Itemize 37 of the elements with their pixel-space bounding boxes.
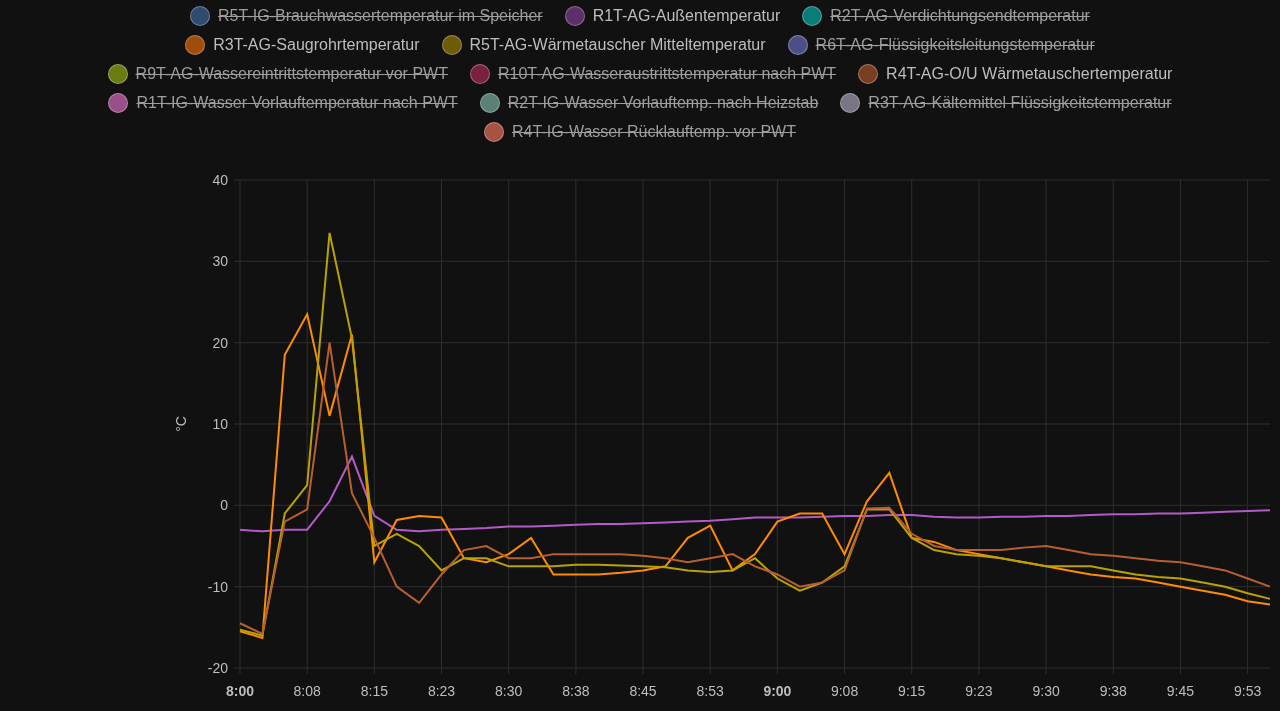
x-tick-label: 8:08 xyxy=(293,683,321,699)
x-tick-label: 9:38 xyxy=(1099,683,1127,699)
x-tick-label: 9:15 xyxy=(898,683,926,699)
x-tick-label: 9:23 xyxy=(965,683,993,699)
y-tick-label: 40 xyxy=(212,172,228,188)
legend-item[interactable]: R2T-IG-Wasser Vorlauftemp. nach Heizstab xyxy=(479,91,819,115)
y-axis-label: °C xyxy=(173,416,189,432)
y-tick-label: 10 xyxy=(212,416,228,432)
legend-item[interactable]: R6T-AG-Flüssigkeitsleitungstemperatur xyxy=(787,33,1095,57)
y-tick-label: 30 xyxy=(212,253,228,270)
x-tick-label: 8:23 xyxy=(427,683,456,699)
x-tick-label: 8:53 xyxy=(696,683,724,699)
legend-item[interactable]: R4T-IG-Wasser Rücklauftemp. vor PWT xyxy=(484,120,796,144)
x-tick-label: 8:15 xyxy=(360,683,388,699)
x-tick-label: 8:00 xyxy=(226,683,254,699)
legend-item[interactable]: R3T-AG-Kältemittel Flüssigkeitstemperatur xyxy=(840,91,1172,115)
y-tick-label: -20 xyxy=(207,660,228,676)
y-tick-label: 20 xyxy=(212,334,228,351)
legend-item[interactable]: R3T-AG-Saugrohrtemperatur xyxy=(185,33,420,57)
y-tick-label: -10 xyxy=(207,578,228,595)
x-tick-label: 9:45 xyxy=(1166,683,1195,699)
x-tick-label: 9:08 xyxy=(830,683,859,699)
x-tick-label: 9:53 xyxy=(1234,683,1262,699)
x-tick-label: 8:30 xyxy=(495,683,523,699)
legend-item[interactable]: R1T-IG-Wasser Vorlauftemperatur nach PWT xyxy=(108,91,458,115)
x-tick-label: 8:38 xyxy=(562,683,590,699)
legend-item[interactable]: R1T-AG-Außentemperatur xyxy=(564,4,781,28)
legend-item[interactable]: R5T-AG-Wärmetauscher Mitteltemperatur xyxy=(441,33,766,57)
x-tick-label: 9:00 xyxy=(763,683,792,699)
legend-item[interactable]: R9T-AG-Wassereintrittstemperatur vor PWT xyxy=(107,62,448,86)
legend-item[interactable]: R10T-AG-Wasseraustrittstemperatur nach PWT xyxy=(469,62,837,86)
x-tick-label: 8:45 xyxy=(629,683,657,699)
x-tick-label: 9:30 xyxy=(1032,683,1060,699)
y-tick-label: 0 xyxy=(220,497,228,514)
legend-item[interactable]: R2T-AG-Verdichtungsendtemperatur xyxy=(802,4,1090,28)
legend-item[interactable]: R4T-AG-O/U Wärmetauschertemperatur xyxy=(858,62,1173,86)
legend-item[interactable]: R5T-IG-Brauchwassertemperatur im Speicher xyxy=(190,4,543,28)
